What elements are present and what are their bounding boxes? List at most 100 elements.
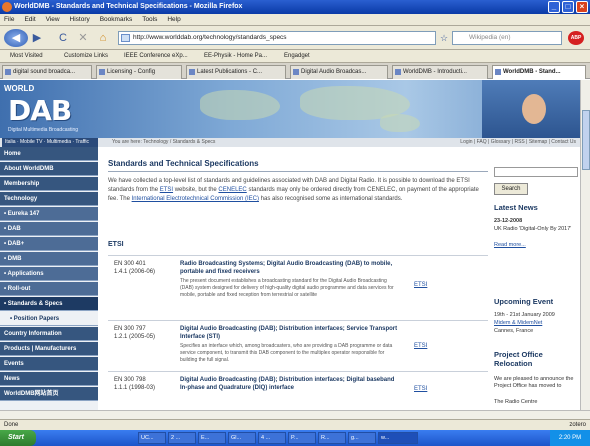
bookmark-ee-physik[interactable]: EE-Physik - Home Pa... bbox=[204, 50, 267, 63]
menu-view[interactable]: View bbox=[46, 16, 60, 23]
taskbar-item[interactable]: 4 ... bbox=[258, 432, 286, 444]
tab-label: Latest Publications - C... bbox=[197, 69, 263, 75]
minimize-button[interactable]: _ bbox=[548, 1, 560, 13]
tab-icon bbox=[99, 69, 105, 75]
bookmark-engadget[interactable]: Engadget bbox=[284, 50, 310, 63]
tab-digital-sound[interactable]: digital sound broadca... bbox=[2, 65, 92, 79]
taskbar-item[interactable]: E... bbox=[198, 432, 226, 444]
etsi-link[interactable]: ETSI bbox=[160, 187, 173, 193]
bookmark-star-icon[interactable]: ☆ bbox=[438, 29, 450, 47]
standard-source-link[interactable]: ETSI bbox=[414, 282, 427, 288]
menu-bookmarks[interactable]: Bookmarks bbox=[100, 16, 133, 23]
system-clock: 2:20 PM bbox=[550, 430, 590, 446]
back-button[interactable]: ◀ bbox=[4, 29, 28, 47]
site-search-input[interactable] bbox=[494, 167, 578, 177]
event-name-link[interactable]: Midem & MidemNet bbox=[494, 320, 580, 327]
main-content: Standards and Technical Specifications W… bbox=[104, 147, 488, 410]
tab-label: Digital Audio Broadcas... bbox=[301, 69, 367, 75]
menu-edit[interactable]: Edit bbox=[24, 16, 35, 23]
relocation-more: The Radio Centre bbox=[494, 399, 538, 405]
site-favicon-icon bbox=[121, 34, 130, 42]
standard-title[interactable]: Digital Audio Broadcasting (DAB); Distri… bbox=[180, 325, 400, 341]
search-input[interactable]: Wikipedia (en) bbox=[452, 31, 562, 45]
standard-description: The present document establishes a broad… bbox=[180, 278, 394, 298]
nav-events[interactable]: Events bbox=[0, 357, 98, 371]
standard-source-link[interactable]: ETSI bbox=[414, 386, 427, 392]
menu-file[interactable]: File bbox=[4, 16, 14, 23]
forward-button[interactable]: ▶ bbox=[30, 29, 44, 47]
start-button[interactable]: Start bbox=[0, 430, 36, 446]
top-links[interactable]: Login | FAQ | Glossary | RSS | Sitemap |… bbox=[460, 138, 576, 147]
nav-dab[interactable]: • DAB bbox=[0, 222, 98, 236]
relocation-heading: Project Office Relocation bbox=[494, 350, 543, 368]
tab-icon bbox=[189, 69, 195, 75]
taskbar-item[interactable]: g... bbox=[348, 432, 376, 444]
taskbar-item[interactable]: P... bbox=[288, 432, 316, 444]
nav-roll-out[interactable]: • Roll-out bbox=[0, 282, 98, 296]
url-text: http://www.worlddab.org/technology/stand… bbox=[133, 34, 287, 41]
menu-history[interactable]: History bbox=[70, 16, 90, 23]
bookmark-ieee[interactable]: IEEE Conference eXp... bbox=[124, 50, 188, 63]
search-button[interactable]: Search bbox=[494, 183, 528, 195]
iec-link[interactable]: International Electrotechnical Commissio… bbox=[132, 196, 259, 202]
menu-help[interactable]: Help bbox=[167, 16, 180, 23]
reload-button[interactable]: C bbox=[56, 29, 70, 47]
cenelec-link[interactable]: CENELEC bbox=[218, 187, 246, 193]
bookmark-customize-links[interactable]: Customize Links bbox=[64, 50, 108, 63]
vertical-scrollbar[interactable] bbox=[580, 80, 590, 410]
nav-technology[interactable]: Technology bbox=[0, 192, 98, 206]
nav-standards-specs[interactable]: • Standards & Specs bbox=[0, 297, 98, 311]
tab-worlddmb-intro[interactable]: WorldDMB - Introducti... bbox=[392, 65, 488, 79]
standard-source-link[interactable]: ETSI bbox=[414, 343, 427, 349]
adblock-icon[interactable]: ABP bbox=[568, 31, 584, 45]
sidebar-nav: Home About WorldDMB Membership Technolog… bbox=[0, 147, 98, 410]
home-button[interactable]: ⌂ bbox=[96, 29, 110, 47]
nav-eureka-147[interactable]: • Eureka 147 bbox=[0, 207, 98, 221]
taskbar-item[interactable]: Gl... bbox=[228, 432, 256, 444]
tab-icon bbox=[395, 69, 401, 75]
nav-home[interactable]: Home bbox=[0, 147, 98, 161]
table-row: EN 300 797 1.2.1 (2005-05) Digital Audio … bbox=[108, 320, 488, 370]
address-bar[interactable]: http://www.worlddab.org/technology/stand… bbox=[118, 31, 436, 45]
nav-position-papers[interactable]: • Position Papers bbox=[0, 312, 98, 326]
nav-country-information[interactable]: Country Information bbox=[0, 327, 98, 341]
nav-dab-plus[interactable]: • DAB+ bbox=[0, 237, 98, 251]
tab-icon bbox=[293, 69, 299, 75]
stop-button[interactable]: ✕ bbox=[76, 29, 90, 47]
scrollbar-thumb[interactable] bbox=[582, 110, 590, 170]
page-title: Standards and Technical Specifications bbox=[108, 159, 259, 168]
standard-title[interactable]: Digital Audio Broadcasting (DAB); Distri… bbox=[180, 376, 400, 392]
nav-news[interactable]: News bbox=[0, 372, 98, 386]
nav-dmb[interactable]: • DMB bbox=[0, 252, 98, 266]
heading-divider bbox=[108, 171, 488, 172]
close-window-button[interactable]: × bbox=[576, 1, 588, 13]
tab-latest-publications[interactable]: Latest Publications - C... bbox=[186, 65, 286, 79]
nav-products-manufacturers[interactable]: Products | Manufacturers bbox=[0, 342, 98, 356]
news-headline[interactable]: UK Radio 'Digital-Only By 2017' bbox=[494, 226, 580, 233]
right-sidebar: Search Latest News 23-12-2008 UK Radio '… bbox=[494, 147, 580, 410]
tab-licensing[interactable]: Licensing - Config bbox=[96, 65, 182, 79]
standard-title[interactable]: Radio Broadcasting Systems; Digital Audi… bbox=[180, 260, 400, 276]
tab-digital-audio[interactable]: Digital Audio Broadcas... bbox=[290, 65, 388, 79]
tab-worlddmb-standards[interactable]: WorldDMB - Stand... bbox=[492, 65, 586, 79]
upcoming-event-heading: Upcoming Event bbox=[494, 297, 554, 306]
nav-membership[interactable]: Membership bbox=[0, 177, 98, 191]
nav-applications[interactable]: • Applications bbox=[0, 267, 98, 281]
taskbar-item[interactable]: 2 ... bbox=[168, 432, 196, 444]
taskbar-item[interactable]: UC... bbox=[138, 432, 166, 444]
logo-dab-text: DAB bbox=[8, 94, 72, 127]
table-row: EN 300 798 1.1.1 (1998-03) Digital Audio … bbox=[108, 371, 488, 410]
page-content: WORLD DAB Digital Multimedia Broadcastin… bbox=[0, 80, 580, 410]
maximize-button[interactable]: □ bbox=[562, 1, 574, 13]
horizontal-scrollbar[interactable] bbox=[0, 410, 590, 419]
section-links[interactable]: Italia · Mobile TV · Multimedia · Traffi… bbox=[2, 138, 98, 154]
nav-chinese-home[interactable]: WorldDMB网站首页 bbox=[0, 387, 98, 401]
world-map-graphic bbox=[380, 114, 420, 132]
tab-label: WorldDMB - Introducti... bbox=[403, 69, 467, 75]
read-more-link[interactable]: Read more... bbox=[494, 242, 580, 249]
taskbar-item[interactable]: R... bbox=[318, 432, 346, 444]
menu-tools[interactable]: Tools bbox=[142, 16, 157, 23]
nav-about[interactable]: About WorldDMB bbox=[0, 162, 98, 176]
bookmark-most-visited[interactable]: Most Visited bbox=[10, 50, 43, 63]
taskbar-item-active[interactable]: w... bbox=[378, 432, 418, 444]
